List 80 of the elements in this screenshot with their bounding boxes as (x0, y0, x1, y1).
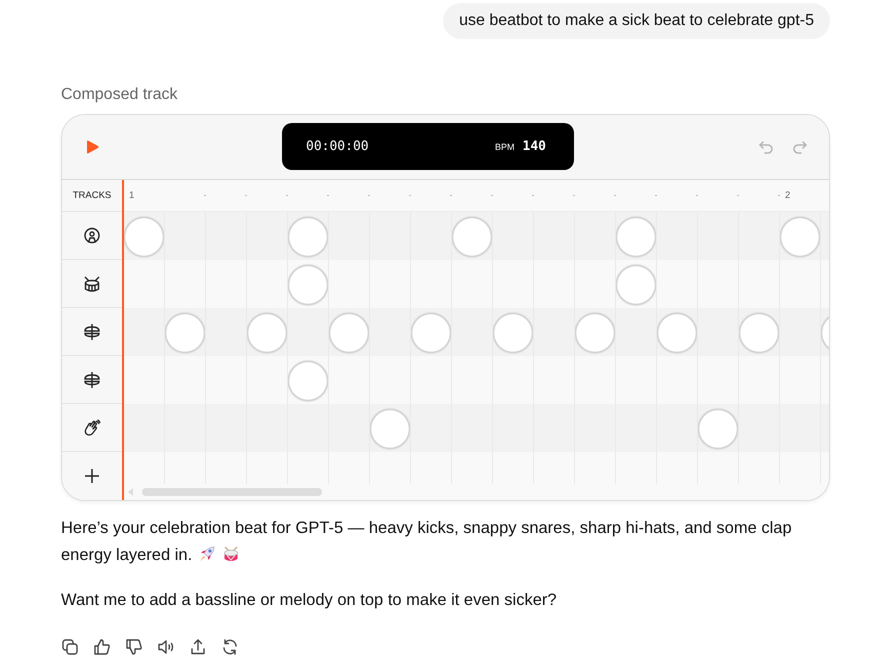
clapping-hands-icon[interactable] (83, 418, 101, 436)
bpm-label: BPM (495, 142, 515, 152)
dislike-button[interactable] (125, 638, 143, 656)
beat-tick (327, 195, 329, 196)
beat-tick (532, 195, 534, 196)
step-cell[interactable] (124, 404, 165, 452)
beat-tick (737, 195, 739, 196)
step-cell[interactable] (288, 260, 329, 308)
step-cell[interactable] (534, 308, 575, 356)
step-cell[interactable] (616, 308, 657, 356)
cymbal-icon[interactable] (83, 370, 101, 388)
snare-drum-icon[interactable] (83, 274, 101, 292)
bar-number: 1 (129, 190, 134, 201)
step-cell[interactable] (329, 212, 370, 260)
reply-paragraph: Here’s your celebration beat for GPT-5 — heavy kicks, snappy snares, sharp hi-hats, and some clap energy layered in. (61, 518, 793, 566)
step-cell[interactable] (288, 356, 329, 404)
beat-tick (450, 195, 452, 196)
beat-tick (409, 195, 411, 196)
share-button[interactable] (189, 638, 207, 656)
step-cell[interactable] (206, 308, 247, 356)
step-cell[interactable] (657, 404, 698, 452)
step-cell[interactable] (780, 212, 821, 260)
drum-icon (222, 545, 240, 563)
kick-drum-icon[interactable] (83, 226, 101, 244)
arrow-left-icon[interactable] (126, 487, 134, 497)
section-label: Composed track (61, 85, 178, 105)
plus-icon (85, 469, 99, 483)
step-cell[interactable] (124, 212, 165, 260)
step-cell[interactable] (329, 404, 370, 452)
step-cell[interactable] (165, 212, 206, 260)
bpm-value: 140 (522, 139, 546, 154)
step-cell[interactable] (370, 308, 411, 356)
step-cell[interactable] (739, 212, 780, 260)
like-button[interactable] (93, 638, 111, 656)
beat-tick (491, 195, 493, 196)
step-cell[interactable] (411, 404, 452, 452)
tracks-heading: TRACKS (62, 180, 122, 212)
beat-tick (655, 195, 657, 196)
step-cell[interactable] (452, 308, 493, 356)
step-cell[interactable] (698, 308, 739, 356)
beat-tick (614, 195, 616, 196)
beat-tick (204, 195, 206, 196)
cymbal-icon[interactable] (83, 322, 101, 340)
step-cell[interactable] (698, 404, 739, 452)
step-cell[interactable] (411, 212, 452, 260)
step-cell[interactable] (739, 404, 780, 452)
step-cell[interactable] (288, 212, 329, 260)
step-cell[interactable] (616, 212, 657, 260)
step-cell[interactable] (288, 308, 329, 356)
step-cell[interactable] (493, 212, 534, 260)
beat-tick (245, 195, 247, 196)
reply-paragraph: Want me to add a bassline or melody on top to make it even sicker? (61, 590, 558, 611)
copy-button[interactable] (61, 638, 79, 656)
read-aloud-button[interactable] (157, 638, 175, 656)
step-cell[interactable] (780, 308, 821, 356)
step-cell[interactable] (575, 212, 616, 260)
step-cell[interactable] (165, 308, 206, 356)
beat-tick (286, 195, 288, 196)
regenerate-button[interactable] (221, 638, 239, 656)
time-readout: 00:00:00 (306, 139, 369, 154)
step-cell[interactable] (124, 308, 165, 356)
bar-number: 2 (785, 190, 790, 201)
rocket-icon (198, 545, 216, 563)
beat-tick (573, 195, 575, 196)
step-cell[interactable] (247, 212, 288, 260)
step-cell[interactable] (493, 308, 534, 356)
beat-tick (696, 195, 698, 196)
beat-tick (778, 195, 780, 196)
step-cell[interactable] (370, 404, 411, 452)
step-cell[interactable] (575, 308, 616, 356)
step-cell[interactable] (739, 308, 780, 356)
step-cell[interactable] (657, 212, 698, 260)
step-cell[interactable] (411, 308, 452, 356)
step-cell[interactable] (657, 308, 698, 356)
user-message: use beatbot to make a sick beat to celebrate gpt-5 (443, 3, 830, 39)
step-cell[interactable] (329, 308, 370, 356)
beat-tick (368, 195, 370, 196)
step-cell[interactable] (616, 260, 657, 308)
step-cell[interactable] (247, 308, 288, 356)
step-cell[interactable] (452, 212, 493, 260)
